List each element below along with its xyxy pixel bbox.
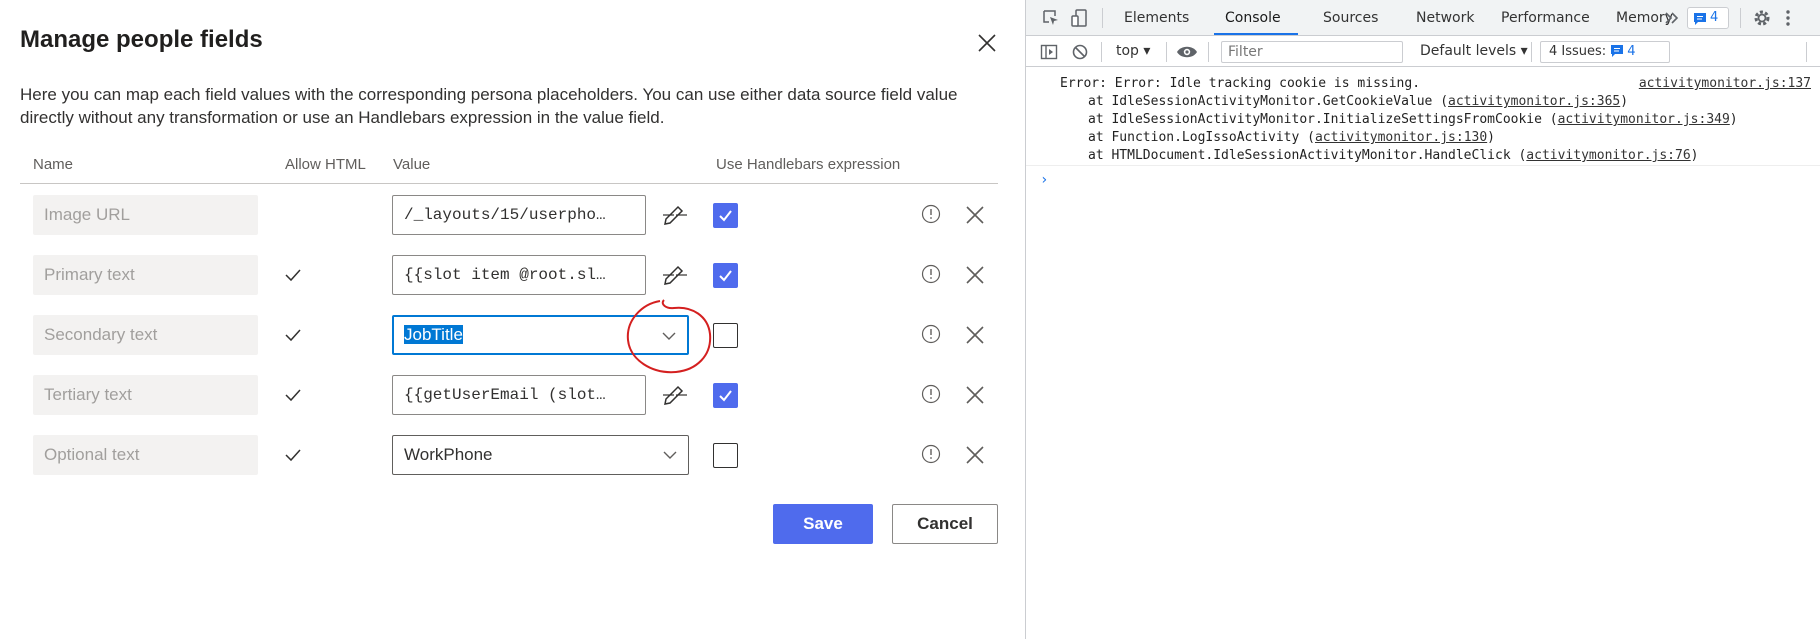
tab-console[interactable]: Console bbox=[1225, 10, 1281, 26]
stack-frame: at IdleSessionActivityMonitor.Initialize… bbox=[1088, 112, 1738, 127]
chevron-down-icon[interactable] bbox=[662, 447, 678, 463]
allow-html-check-icon[interactable] bbox=[284, 266, 302, 284]
devtools-tab-bar: Elements Console Sources Network Perform… bbox=[1026, 0, 1820, 36]
allow-html-check-icon[interactable] bbox=[284, 326, 302, 344]
delete-icon[interactable] bbox=[964, 204, 986, 226]
devtools-panel: Elements Console Sources Network Perform… bbox=[1025, 0, 1820, 639]
edit-expression-icon[interactable] bbox=[662, 203, 688, 227]
tab-sources[interactable]: Sources bbox=[1323, 10, 1378, 26]
handlebars-checkbox[interactable] bbox=[713, 443, 738, 468]
save-button[interactable]: Save bbox=[773, 504, 873, 544]
issues-label: 4 Issues: bbox=[1549, 44, 1607, 59]
device-toolbar-icon[interactable] bbox=[1070, 8, 1090, 28]
info-icon[interactable] bbox=[921, 444, 941, 464]
stack-frame: at Function.LogIssoActivity (activitymon… bbox=[1088, 130, 1495, 145]
eye-icon[interactable] bbox=[1176, 43, 1198, 61]
info-icon[interactable] bbox=[921, 384, 941, 404]
error-source-link[interactable]: activitymonitor.js:137 bbox=[1639, 76, 1811, 91]
allow-html-check-icon[interactable] bbox=[284, 386, 302, 404]
column-header-name: Name bbox=[33, 156, 74, 173]
message-icon bbox=[1611, 45, 1624, 57]
issues-button[interactable]: 4 Issues: 4 bbox=[1540, 41, 1670, 63]
tab-network[interactable]: Network bbox=[1416, 10, 1474, 26]
value-dropdown[interactable]: JobTitle bbox=[392, 315, 689, 355]
info-icon[interactable] bbox=[921, 264, 941, 284]
handlebars-checkbox[interactable] bbox=[713, 203, 738, 228]
stack-frame: at HTMLDocument.IdleSessionActivityMonit… bbox=[1088, 148, 1699, 163]
field-name: Optional text bbox=[33, 435, 258, 475]
info-icon[interactable] bbox=[921, 324, 941, 344]
stack-frame-link[interactable]: activitymonitor.js:76 bbox=[1526, 148, 1690, 163]
stack-frame-link[interactable]: activitymonitor.js:349 bbox=[1558, 112, 1730, 127]
field-row-tertiary-text: Tertiary text {{getUserEmail (slot… bbox=[0, 375, 1025, 415]
delete-icon[interactable] bbox=[964, 384, 986, 406]
stack-frame-link[interactable]: activitymonitor.js:130 bbox=[1315, 130, 1487, 145]
close-icon[interactable] bbox=[976, 32, 998, 54]
chevron-down-icon[interactable] bbox=[661, 328, 677, 344]
handlebars-checkbox[interactable] bbox=[713, 383, 738, 408]
column-header-allow-html: Allow HTML bbox=[285, 156, 366, 173]
stack-frame-link[interactable]: activitymonitor.js:365 bbox=[1448, 94, 1620, 109]
cancel-button[interactable]: Cancel bbox=[892, 504, 998, 544]
delete-icon[interactable] bbox=[964, 264, 986, 286]
tab-performance[interactable]: Performance bbox=[1501, 10, 1590, 26]
field-row-secondary-text: Secondary text JobTitle bbox=[0, 315, 1025, 355]
delete-icon[interactable] bbox=[964, 324, 986, 346]
dropdown-selected-text: WorkPhone bbox=[404, 445, 493, 464]
field-name: Primary text bbox=[33, 255, 258, 295]
field-name: Image URL bbox=[33, 195, 258, 235]
column-header-handlebars: Use Handlebars expression bbox=[716, 156, 901, 173]
clear-console-icon[interactable] bbox=[1071, 43, 1089, 61]
console-prompt[interactable]: › bbox=[1040, 172, 1048, 188]
dialog-description: Here you can map each field values with … bbox=[20, 85, 958, 127]
delete-icon[interactable] bbox=[964, 444, 986, 466]
console-toolbar: top ▾ Filter Default levels ▾ 4 Issues: … bbox=[1026, 37, 1820, 67]
handlebars-checkbox[interactable] bbox=[713, 263, 738, 288]
stack-frame: at IdleSessionActivityMonitor.GetCookieV… bbox=[1088, 94, 1629, 109]
more-tabs-icon[interactable] bbox=[1662, 8, 1682, 28]
manage-people-fields-dialog: Manage people fields Here you can map ea… bbox=[0, 0, 1025, 639]
value-input[interactable]: /_layouts/15/userpho… bbox=[392, 195, 646, 235]
active-tab-indicator bbox=[1214, 33, 1298, 35]
tab-elements[interactable]: Elements bbox=[1124, 10, 1189, 26]
field-row-image-url: Image URL /_layouts/15/userpho… bbox=[0, 195, 1025, 235]
console-output: Error: Error: Idle tracking cookie is mi… bbox=[1026, 68, 1820, 188]
value-input[interactable]: {{getUserEmail (slot… bbox=[392, 375, 646, 415]
context-value: top bbox=[1116, 43, 1139, 59]
issues-count: 4 bbox=[1627, 44, 1636, 59]
context-selector[interactable]: top ▾ bbox=[1116, 43, 1150, 59]
info-icon[interactable] bbox=[921, 204, 941, 224]
dropdown-selected-text: JobTitle bbox=[404, 325, 463, 344]
messages-count: 4 bbox=[1710, 10, 1719, 25]
console-error-message: Error: Error: Idle tracking cookie is mi… bbox=[1026, 68, 1820, 166]
inspect-element-icon[interactable] bbox=[1041, 8, 1061, 28]
field-row-optional-text: Optional text WorkPhone bbox=[0, 435, 1025, 475]
log-levels-dropdown[interactable]: Default levels ▾ bbox=[1420, 43, 1528, 59]
gear-icon[interactable] bbox=[1752, 8, 1772, 28]
column-header-value: Value bbox=[393, 156, 431, 173]
field-row-primary-text: Primary text {{slot item @root.sl… bbox=[0, 255, 1025, 295]
messages-badge[interactable]: 4 bbox=[1687, 7, 1729, 29]
log-levels-label: Default levels bbox=[1420, 43, 1517, 59]
field-name: Secondary text bbox=[33, 315, 258, 355]
value-input[interactable]: {{slot item @root.sl… bbox=[392, 255, 646, 295]
sidebar-toggle-icon[interactable] bbox=[1040, 43, 1058, 61]
handlebars-checkbox[interactable] bbox=[713, 323, 738, 348]
edit-expression-icon[interactable] bbox=[662, 263, 688, 287]
message-icon bbox=[1694, 13, 1706, 25]
filter-input[interactable]: Filter bbox=[1221, 41, 1403, 63]
value-dropdown[interactable]: WorkPhone bbox=[392, 435, 689, 475]
header-divider bbox=[20, 183, 998, 184]
kebab-menu-icon[interactable] bbox=[1778, 8, 1798, 28]
edit-expression-icon[interactable] bbox=[662, 383, 688, 407]
field-name: Tertiary text bbox=[33, 375, 258, 415]
error-text: Error: Error: Idle tracking cookie is mi… bbox=[1060, 76, 1421, 91]
dialog-title: Manage people fields bbox=[20, 26, 263, 53]
allow-html-check-icon[interactable] bbox=[284, 446, 302, 464]
